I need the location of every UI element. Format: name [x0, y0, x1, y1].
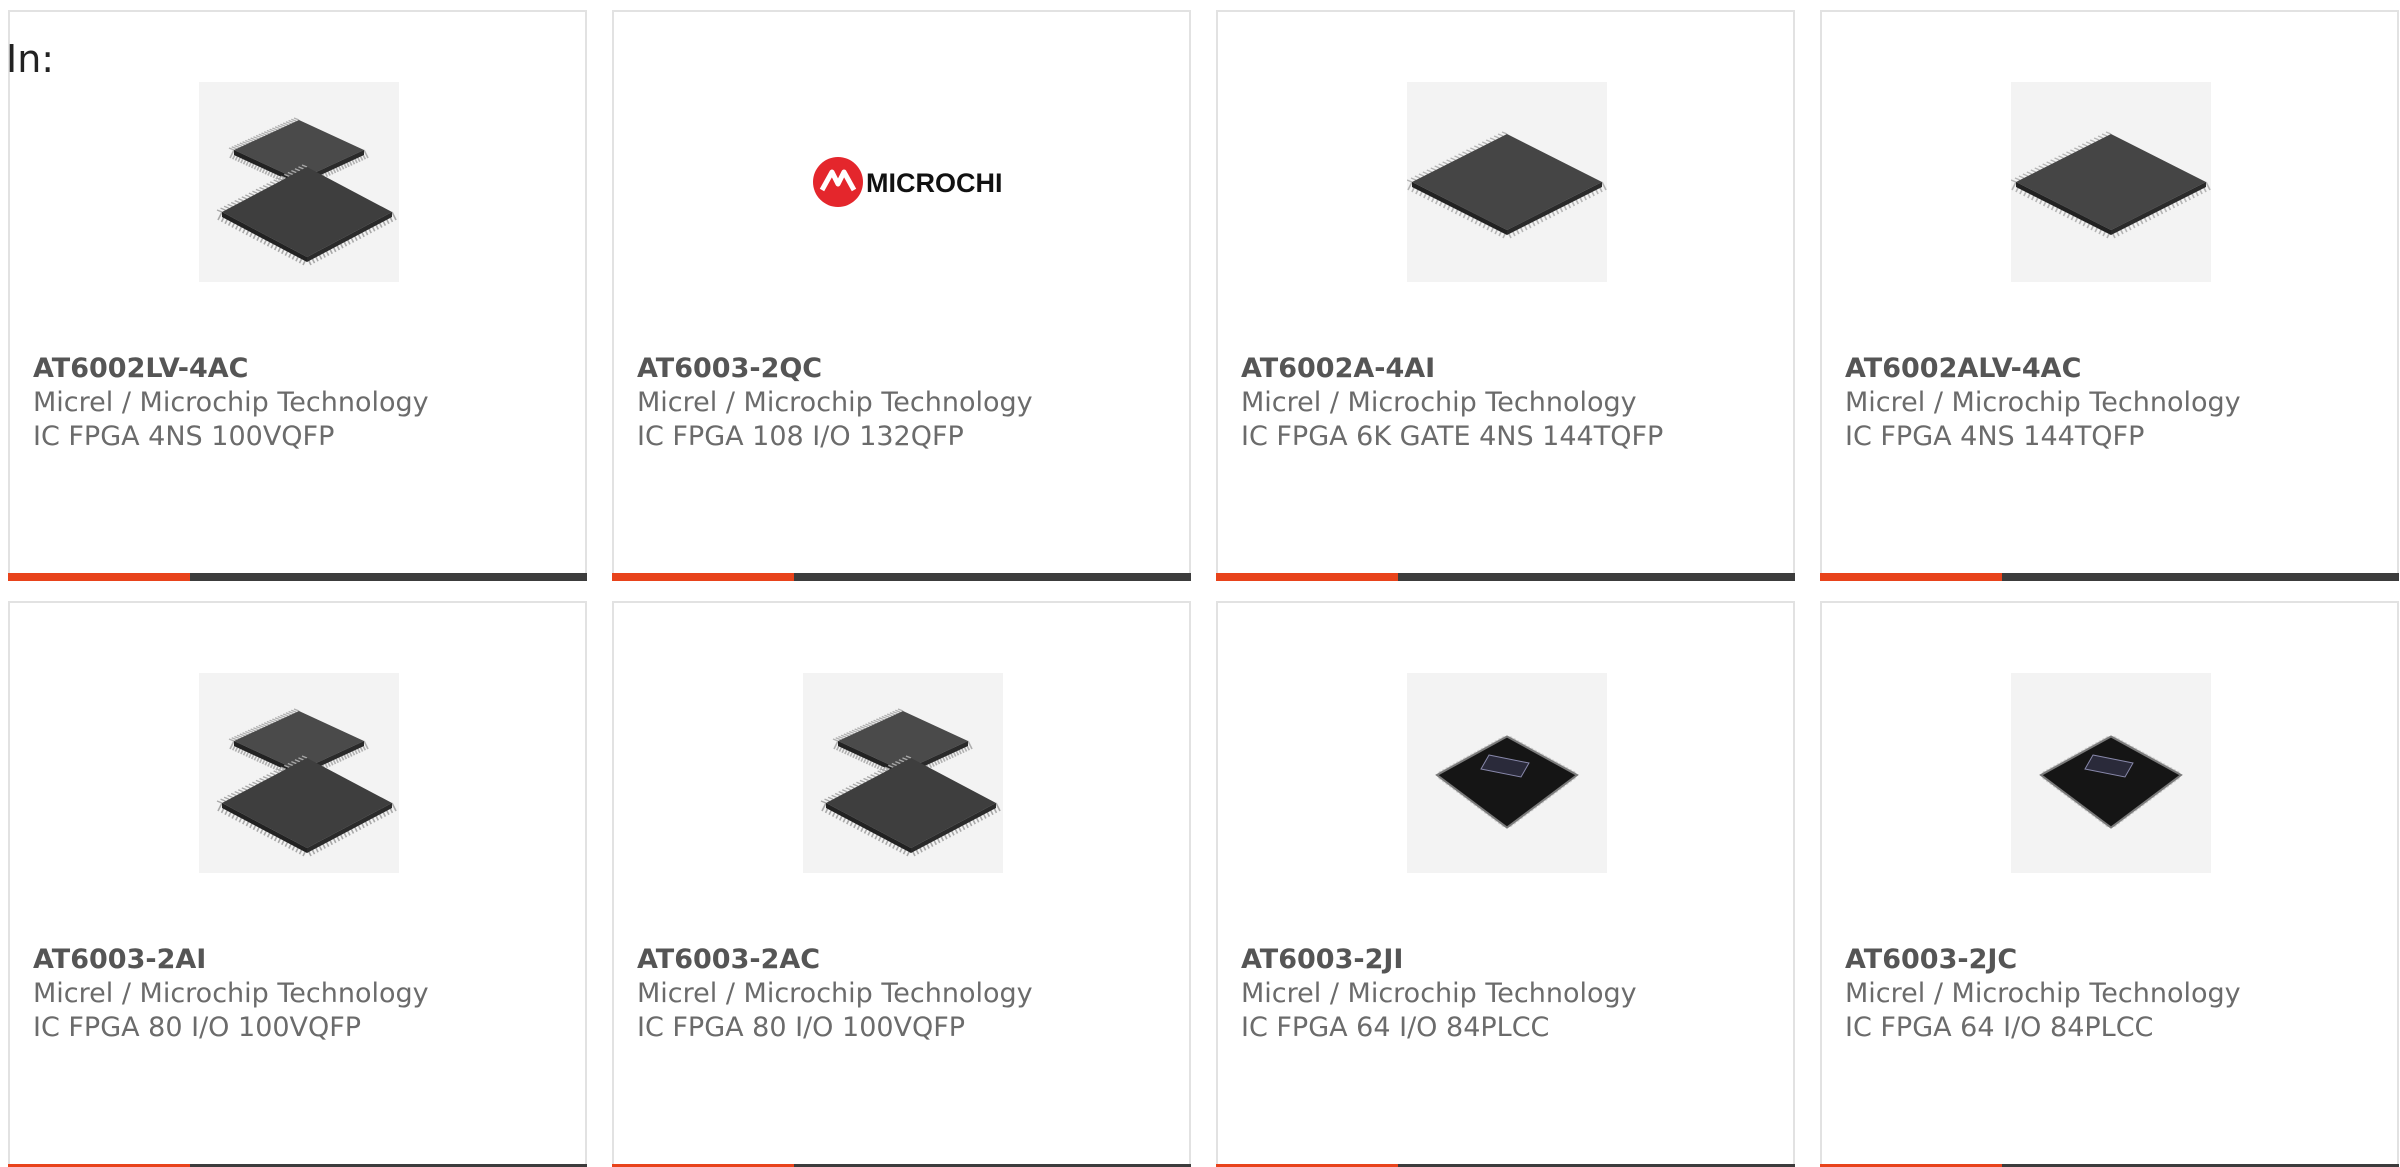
- accent-segment: [8, 573, 190, 581]
- dark-segment: [2002, 573, 2399, 581]
- product-part-number[interactable]: AT6003-2AI: [33, 943, 573, 977]
- product-manufacturer: Micrel / Microchip Technology: [637, 978, 1033, 1009]
- product-card[interactable]: AT6002ALV-4AC Micrel / Microchip Technolo…: [1820, 10, 2399, 581]
- product-part-number[interactable]: AT6003-2QC: [637, 352, 1177, 386]
- product-description: IC FPGA 4NS 144TQFP: [1845, 421, 2145, 452]
- accent-segment: [1216, 573, 1398, 581]
- card-accent-bar: [8, 573, 587, 581]
- product-manufacturer: Micrel / Microchip Technology: [637, 387, 1033, 418]
- card-accent-bar: [612, 573, 1191, 581]
- qfp-chip-pair-icon[interactable]: [199, 673, 399, 873]
- product-card[interactable]: AT6002LV-4AC Micrel / Microchip Technolog…: [8, 10, 587, 581]
- product-part-number[interactable]: AT6003-2AC: [637, 943, 1177, 977]
- product-card[interactable]: AT6003-2AI Micrel / Microchip Technology I…: [8, 601, 587, 1167]
- product-description: IC FPGA 108 I/O 132QFP: [637, 421, 964, 452]
- svg-text:MICROCHIP: MICROCHIP: [866, 168, 1003, 198]
- product-manufacturer: Micrel / Microchip Technology: [1241, 387, 1637, 418]
- product-description: IC FPGA 80 I/O 100VQFP: [33, 1012, 362, 1043]
- product-card[interactable]: AT6002A-4AI Micrel / Microchip Technology…: [1216, 10, 1795, 581]
- accent-segment: [612, 573, 794, 581]
- tqfp-chip-icon[interactable]: [1407, 82, 1607, 282]
- product-info: AT6002LV-4AC Micrel / Microchip Technolog…: [33, 352, 573, 454]
- card-accent-bar: [1216, 573, 1795, 581]
- product-part-number[interactable]: AT6003-2JC: [1845, 943, 2385, 977]
- product-description: IC FPGA 80 I/O 100VQFP: [637, 1012, 966, 1043]
- product-results-page: In: AT6002LV-4AC Micrel / Microchip Techn…: [0, 0, 2400, 1167]
- product-description: IC FPGA 64 I/O 84PLCC: [1241, 1012, 1550, 1043]
- plcc-chip-icon[interactable]: [2011, 673, 2211, 873]
- product-part-number[interactable]: AT6002ALV-4AC: [1845, 352, 2385, 386]
- product-card[interactable]: AT6003-2JI Micrel / Microchip Technology I…: [1216, 601, 1795, 1167]
- product-info: AT6003-2AC Micrel / Microchip Technology I…: [637, 943, 1177, 1045]
- product-description: IC FPGA 64 I/O 84PLCC: [1845, 1012, 2154, 1043]
- microchip-logo[interactable]: MICROCHIP: [803, 82, 1003, 282]
- product-part-number[interactable]: AT6003-2JI: [1241, 943, 1781, 977]
- product-info: AT6003-2JI Micrel / Microchip Technology I…: [1241, 943, 1781, 1045]
- dark-segment: [794, 573, 1191, 581]
- product-part-number[interactable]: AT6002A-4AI: [1241, 352, 1781, 386]
- product-info: AT6003-2AI Micrel / Microchip Technology I…: [33, 943, 573, 1045]
- product-part-number[interactable]: AT6002LV-4AC: [33, 352, 573, 386]
- card-accent-bar: [1820, 573, 2399, 581]
- product-grid: AT6002LV-4AC Micrel / Microchip Technolog…: [8, 10, 2399, 1167]
- product-manufacturer: Micrel / Microchip Technology: [1845, 978, 2241, 1009]
- qfp-chip-pair-icon[interactable]: [803, 673, 1003, 873]
- product-description: IC FPGA 4NS 100VQFP: [33, 421, 335, 452]
- tqfp-chip-icon[interactable]: [2011, 82, 2211, 282]
- product-card[interactable]: MICROCHIP AT6003-2QCMicrel / Microchip T…: [612, 10, 1191, 581]
- product-info: AT6002A-4AI Micrel / Microchip Technology…: [1241, 352, 1781, 454]
- product-info: AT6003-2JC Micrel / Microchip Technology I…: [1845, 943, 2385, 1045]
- product-manufacturer: Micrel / Microchip Technology: [33, 978, 429, 1009]
- dark-segment: [190, 573, 587, 581]
- qfp-chip-pair-icon[interactable]: [199, 82, 399, 282]
- product-manufacturer: Micrel / Microchip Technology: [1241, 978, 1637, 1009]
- filter-in-label: In:: [6, 37, 55, 81]
- product-manufacturer: Micrel / Microchip Technology: [33, 387, 429, 418]
- product-description: IC FPGA 6K GATE 4NS 144TQFP: [1241, 421, 1664, 452]
- product-manufacturer: Micrel / Microchip Technology: [1845, 387, 2241, 418]
- dark-segment: [1398, 573, 1795, 581]
- product-info: AT6002ALV-4AC Micrel / Microchip Technolo…: [1845, 352, 2385, 454]
- accent-segment: [1820, 573, 2002, 581]
- product-info: AT6003-2QC Micrel / Microchip Technology I…: [637, 352, 1177, 454]
- product-card[interactable]: AT6003-2AC Micrel / Microchip Technology I…: [612, 601, 1191, 1167]
- product-card[interactable]: AT6003-2JC Micrel / Microchip Technology I…: [1820, 601, 2399, 1167]
- plcc-chip-icon[interactable]: [1407, 673, 1607, 873]
